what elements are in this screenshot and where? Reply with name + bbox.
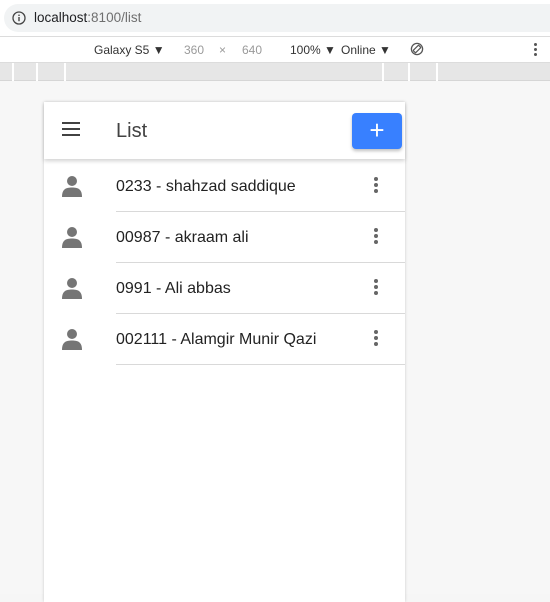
more-vertical-icon[interactable] (372, 279, 380, 297)
device-toolbar: Galaxy S5 ▼ 360 × 640 100% ▼ Online ▼ (0, 36, 550, 63)
person-icon (62, 176, 82, 197)
person-icon (62, 278, 82, 299)
viewport-width[interactable]: 360 (184, 43, 204, 57)
more-vertical-icon[interactable] (372, 228, 380, 246)
ruler-tick (408, 63, 410, 81)
info-icon[interactable] (12, 11, 26, 25)
media-query-ruler (0, 63, 550, 81)
browser-address-bar: localhost:8100/list (0, 0, 550, 36)
ruler-tick (382, 63, 384, 81)
menu-icon[interactable] (62, 122, 82, 138)
network-select[interactable]: Online ▼ (341, 43, 391, 57)
add-button[interactable]: + (352, 113, 402, 149)
page-title: List (116, 120, 148, 142)
device-viewport: List + 0233 - shahzad saddique 00987 - a… (0, 81, 550, 602)
url-host: localhost (34, 10, 88, 25)
ruler-tick (12, 63, 14, 81)
app-header: List + (44, 102, 405, 159)
list-item[interactable]: 0233 - shahzad saddique (44, 161, 405, 212)
list-item-label: 0991 - Ali abbas (116, 280, 231, 297)
more-vertical-icon[interactable] (372, 330, 380, 348)
rotate-icon[interactable] (410, 42, 424, 56)
divider (116, 364, 405, 365)
url-path: :8100/list (87, 10, 142, 25)
person-icon (62, 227, 82, 248)
plus-icon: + (369, 115, 385, 145)
list-item[interactable]: 00987 - akraam ali (44, 212, 405, 263)
ruler-tick (64, 63, 66, 81)
zoom-select[interactable]: 100% ▼ (290, 43, 336, 57)
ruler-tick (36, 63, 38, 81)
kebab-vertical-icon[interactable] (534, 43, 538, 57)
list-item-label: 00987 - akraam ali (116, 229, 249, 246)
list-item[interactable]: 0991 - Ali abbas (44, 263, 405, 314)
list-item-label: 0233 - shahzad saddique (116, 178, 296, 195)
viewport-height[interactable]: 640 (242, 43, 262, 57)
device-select[interactable]: Galaxy S5 ▼ (94, 43, 165, 57)
list-item-label: 002111 - Alamgir Munir Qazi (116, 331, 317, 348)
list-item[interactable]: 002111 - Alamgir Munir Qazi (44, 314, 405, 365)
dimension-separator: × (219, 43, 227, 57)
person-icon (62, 329, 82, 350)
contact-list: 0233 - shahzad saddique 00987 - akraam a… (44, 161, 405, 365)
app-screen: List + 0233 - shahzad saddique 00987 - a… (44, 102, 405, 602)
url-text[interactable]: localhost:8100/list (34, 10, 141, 26)
more-vertical-icon[interactable] (372, 177, 380, 195)
ruler-tick (436, 63, 438, 81)
omnibox[interactable]: localhost:8100/list (4, 4, 550, 32)
